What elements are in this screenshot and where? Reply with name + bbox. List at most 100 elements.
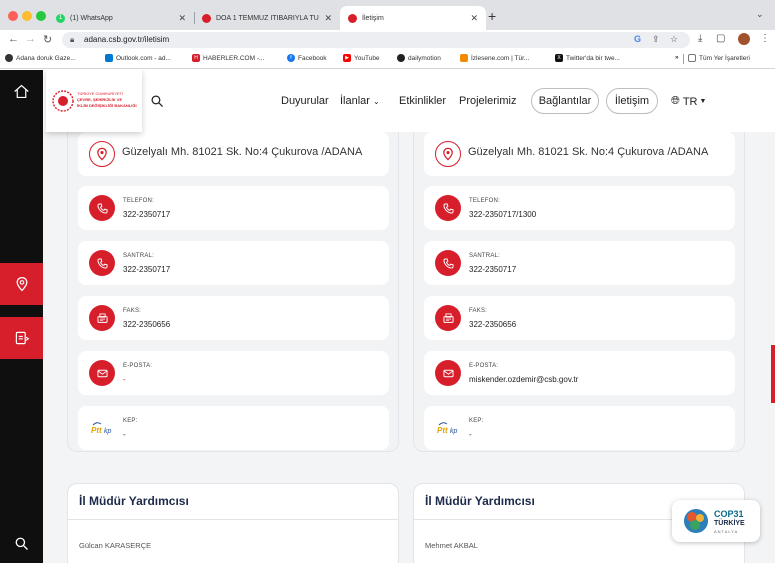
switchboard-label: SANTRAL: — [123, 253, 154, 259]
close-tab-icon[interactable]: ✕ — [178, 13, 186, 24]
bookmark-izlesene[interactable]: İzlesene.com | Tür... — [460, 54, 529, 62]
profile-avatar[interactable] — [738, 33, 750, 45]
tab-doa[interactable]: DOA 1 TEMMUZ İTİBARIYLA TÜ ✕ — [194, 6, 340, 30]
svg-text:Ptt: Ptt — [91, 426, 102, 435]
bookmark-haberler[interactable]: H HABERLER.COM -... — [192, 54, 264, 62]
browser-window: 1 (1) WhatsApp ✕ DOA 1 TEMMUZ İTİBARIYLA… — [0, 0, 775, 563]
bookmark-adana-doruk[interactable]: Adana doruk Gaze... — [5, 54, 76, 62]
close-tab-icon[interactable]: ✕ — [470, 13, 478, 24]
iletisim-button[interactable]: İletişim — [606, 88, 658, 114]
phone-card: TELEFON: 322-2350717/1300 — [424, 186, 735, 230]
bookmark-youtube[interactable]: ▶ YouTube — [343, 54, 380, 62]
bookmark-outlook[interactable]: Outlook.com - ad... — [105, 54, 171, 62]
sidepanel-icon[interactable]: ▢ — [716, 33, 725, 44]
google-icon[interactable]: G — [634, 34, 641, 44]
search-icon[interactable] — [14, 536, 29, 551]
bookmark-dailymotion[interactable]: dailymotion — [397, 54, 441, 62]
cop31-city: ANTALYA — [714, 529, 739, 534]
switchboard-label: SANTRAL: — [469, 253, 500, 259]
tab-whatsapp[interactable]: 1 (1) WhatsApp ✕ — [48, 6, 194, 30]
contact-panel-right: Güzelyalı Mh. 81021 Sk. No:4 Çukurova /A… — [413, 132, 745, 452]
baglantilar-button[interactable]: Bağlantılar — [531, 88, 599, 114]
switchboard-value[interactable]: 322-2350717 — [123, 265, 170, 274]
url-text: adana.csb.gov.tr/iletisim — [84, 35, 170, 44]
close-window-button[interactable] — [8, 11, 18, 21]
fax-card: FAKS: 322-2350656 — [424, 296, 735, 340]
bookmark-label: Adana doruk Gaze... — [16, 54, 76, 62]
bookmark-twitter[interactable]: X Twitter'da bir twe... — [555, 54, 620, 62]
bookmark-label: YouTube — [354, 54, 380, 62]
email-card: E-POSTA: - — [78, 351, 389, 395]
phone-value[interactable]: 322-2350717/1300 — [469, 210, 536, 219]
cop31-country: TÜRKİYE — [714, 520, 745, 527]
phone-value[interactable]: 322-2350717 — [123, 210, 170, 219]
address-bar[interactable]: 🔒︎ adana.csb.gov.tr/iletisim G ⇪ ☆ — [62, 32, 690, 48]
new-tab-button[interactable]: + — [488, 8, 496, 24]
tab-iletisim[interactable]: İletişim ✕ — [340, 6, 486, 30]
toolbar: ← → ↻ 🔒︎ adana.csb.gov.tr/iletisim G ⇪ ☆ — [0, 30, 775, 50]
bookmark-facebook[interactable]: f Facebook — [287, 54, 327, 62]
fax-label: FAKS: — [469, 308, 488, 314]
email-value[interactable]: miskender.ozdemir@csb.gov.tr — [469, 375, 578, 384]
kep-value: - — [123, 430, 126, 439]
whatsapp-icon: 1 — [56, 13, 65, 23]
kep-card: Ptt kp KEP: - — [424, 406, 735, 450]
lock-icon[interactable]: 🔒︎ — [70, 35, 74, 45]
cop31-badge[interactable]: COP31 TÜRKİYE ANTALYA — [672, 500, 760, 542]
nav-ilanlar[interactable]: İlanlar ⌄ — [340, 95, 380, 107]
email-value[interactable]: - — [123, 375, 126, 384]
menu-kebab-icon[interactable]: ⋮ — [760, 33, 770, 44]
nav-duyurular[interactable]: Duyurular — [281, 95, 329, 107]
main-content: Güzelyalı Mh. 81021 Sk. No:4 Çukurova /A… — [43, 70, 775, 563]
location-pin-icon — [89, 141, 115, 167]
tab-title: İletişim — [362, 14, 384, 22]
ministry-emblem-icon: TÜRKİYE CUMHURİYETİ ÇEVRE, ŞEHİRCİLİK VE… — [52, 90, 137, 112]
switchboard-value[interactable]: 322-2350717 — [469, 265, 516, 274]
deputy-title: İl Müdür Yardımcısı — [425, 494, 535, 508]
fax-label: FAKS: — [123, 308, 142, 314]
tab-title: (1) WhatsApp — [70, 14, 113, 22]
language-selector[interactable]: 🌐︎ TR ▼ — [671, 95, 706, 108]
location-rail-button[interactable] — [0, 263, 43, 305]
svg-text:Ptt: Ptt — [437, 426, 448, 435]
tab-search-chevron-icon[interactable]: ⌄ — [756, 9, 764, 20]
location-pin-icon — [435, 141, 461, 167]
reload-icon[interactable]: ↻ — [43, 33, 52, 46]
home-icon[interactable] — [13, 83, 30, 100]
more-bookmarks-button[interactable]: » — [675, 54, 679, 61]
forward-arrow-icon[interactable]: → — [25, 33, 36, 45]
switchboard-card: SANTRAL: 322-2350717 — [424, 241, 735, 285]
back-arrow-icon[interactable]: ← — [8, 33, 19, 45]
scroll-indicator[interactable] — [771, 345, 775, 403]
fax-card: FAKS: 322-2350656 — [78, 296, 389, 340]
download-icon[interactable]: ⤓ — [698, 33, 702, 44]
bookmark-star-icon[interactable]: ☆ — [670, 34, 678, 45]
bookmark-label: HABERLER.COM -... — [203, 54, 265, 62]
mail-icon — [435, 360, 461, 386]
contact-panel-left: Güzelyalı Mh. 81021 Sk. No:4 Çukurova /A… — [67, 132, 399, 452]
search-icon[interactable] — [150, 94, 164, 108]
address-text: Güzelyalı Mh. 81021 Sk. No:4 Çukurova /A… — [122, 146, 363, 158]
bookmark-label: Outlook.com - ad... — [116, 54, 171, 62]
nav-projelerimiz[interactable]: Projelerimiz — [459, 95, 516, 107]
dailymotion-icon — [397, 54, 405, 62]
deputy-card: İl Müdür Yardımcısı Gülcan KARASERÇE — [67, 483, 399, 563]
ministry-favicon-icon — [202, 13, 211, 23]
email-card: E-POSTA: miskender.ozdemir@csb.gov.tr — [424, 351, 735, 395]
deputy-title: İl Müdür Yardımcısı — [79, 494, 189, 508]
caret-down-icon: ▼ — [699, 98, 707, 105]
address-card: Güzelyalı Mh. 81021 Sk. No:4 Çukurova /A… — [78, 132, 389, 176]
share-icon[interactable]: ⇪ — [652, 34, 660, 45]
bookmark-label: dailymotion — [408, 54, 441, 62]
close-tab-icon[interactable]: ✕ — [324, 13, 332, 24]
all-bookmarks-button[interactable]: Tüm Yer İşaretleri — [688, 54, 750, 62]
pttkep-logo-icon: Ptt kp — [89, 415, 115, 441]
contact-card-rail-button[interactable] — [0, 317, 43, 359]
izlesene-icon — [460, 54, 468, 62]
nav-etkinlikler[interactable]: Etkinlikler — [399, 95, 446, 107]
zoom-window-button[interactable] — [36, 11, 46, 21]
location-pin-icon — [16, 276, 27, 292]
minimize-window-button[interactable] — [22, 11, 32, 21]
ministry-logo[interactable]: TÜRKİYE CUMHURİYETİ ÇEVRE, ŞEHİRCİLİK VE… — [46, 70, 142, 132]
globe-icon: 🌐︎ — [671, 95, 680, 107]
